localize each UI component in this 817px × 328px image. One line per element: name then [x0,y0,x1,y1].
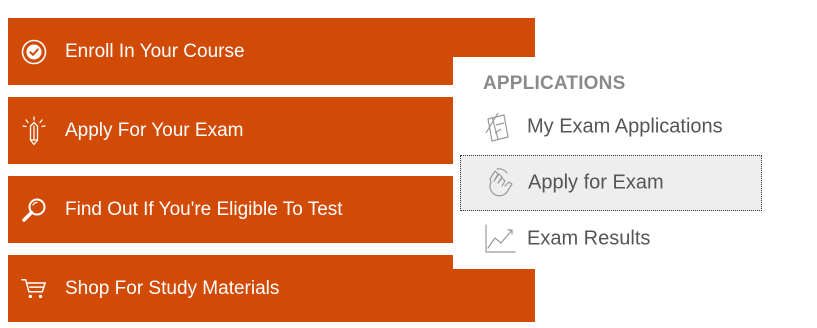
document-compass-icon [482,109,518,145]
enroll-course-label: Enroll In Your Course [65,40,245,62]
menu-item-my-exam-applications[interactable]: My Exam Applications [460,99,762,155]
menu-item-label: Apply for Exam [528,171,664,194]
applications-menu: APPLICATIONS My Exam Applications Apply … [453,57,763,269]
pencil-idea-icon [21,115,47,146]
shopping-cart-icon [21,276,47,302]
menu-item-label: Exam Results [527,227,651,250]
shop-materials-label: Shop For Study Materials [65,277,280,299]
menu-title: APPLICATIONS [483,73,626,94]
menu-item-apply-for-exam[interactable]: Apply for Exam [460,155,762,211]
magnifier-icon [21,197,47,223]
apply-exam-label: Apply For Your Exam [65,119,244,141]
menu-item-label: My Exam Applications [527,115,723,138]
check-circle-icon [21,39,47,65]
hand-pointer-icon [483,165,519,201]
menu-item-exam-results[interactable]: Exam Results [460,211,762,267]
line-chart-icon [482,221,518,257]
eligibility-label: Find Out If You're Eligible To Test [65,198,343,220]
